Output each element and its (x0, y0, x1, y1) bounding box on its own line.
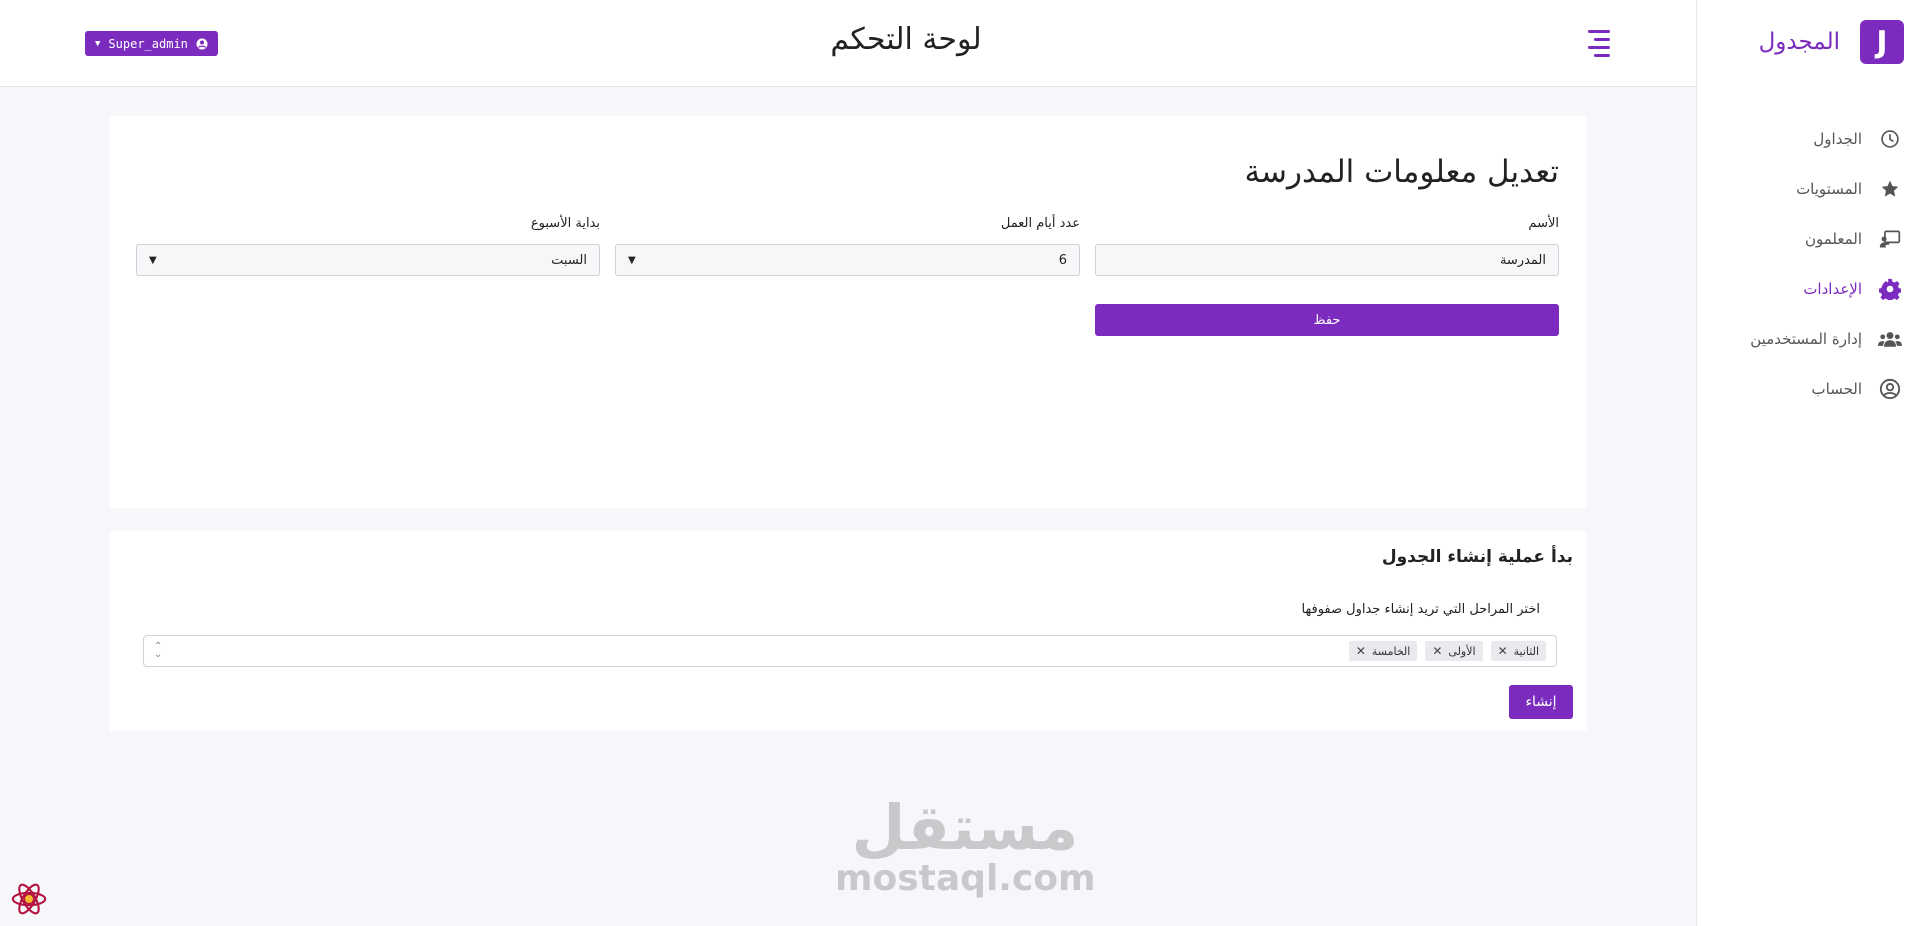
stage-tag: الأولى ✕ (1425, 641, 1483, 661)
star-icon (1878, 177, 1902, 201)
menu-bar (1594, 38, 1610, 41)
user-circle-icon (196, 38, 208, 49)
sidebar-item-label: المستويات (1796, 180, 1862, 198)
page-title: لوحة التحكم (830, 22, 982, 57)
menu-bar (1594, 54, 1610, 57)
brand[interactable]: J المجدول (1759, 20, 1904, 64)
menu-bar (1588, 30, 1610, 33)
remove-tag-icon[interactable]: ✕ (1432, 644, 1442, 658)
user-name: Super_admin (108, 36, 188, 51)
up-down-arrows-icon[interactable]: ⌃ ⌄ (154, 642, 162, 660)
week-start-label: بداية الأسبوع (530, 216, 600, 231)
user-menu-button[interactable]: ▼ Super_admin (85, 31, 218, 56)
sidebar-item-account[interactable]: الحساب (1696, 364, 1920, 414)
sidebar-item-user-management[interactable]: إدارة المستخدمين (1696, 314, 1920, 364)
workdays-select[interactable]: ▼ 6 (615, 244, 1080, 276)
section-title: بدأ عملية إنشاء الجدول (1381, 547, 1573, 567)
watermark-arabic: مستقل (851, 791, 1079, 864)
sidebar-item-label: الحساب (1811, 380, 1863, 398)
save-button[interactable]: حفظ (1095, 304, 1559, 336)
week-start-select[interactable]: ▼ السبت (136, 244, 600, 276)
clock-icon (1878, 127, 1902, 151)
tag-label: الخامسة (1371, 644, 1411, 658)
week-start-value: السبت (551, 252, 587, 268)
users-icon (1878, 327, 1902, 351)
brand-logo: J (1860, 20, 1904, 64)
sidebar-item-levels[interactable]: المستويات (1696, 164, 1920, 214)
sidebar-item-settings[interactable]: الإعدادات (1696, 264, 1920, 314)
menu-bar (1588, 46, 1610, 49)
sidebar: J المجدول الجداول المستويات المعلمون الإ… (1696, 0, 1920, 926)
sidebar-item-label: الجداول (1813, 130, 1862, 148)
sidebar-nav: الجداول المستويات المعلمون الإعدادات إدا… (1696, 114, 1920, 414)
stage-tag: الخامسة ✕ (1348, 641, 1418, 661)
schedule-creation-card: بدأ عملية إنشاء الجدول اختر المراحل التي… (110, 531, 1587, 731)
school-info-card: تعديل معلومات المدرسة الأسم المدرسة عدد … (110, 116, 1587, 508)
menu-toggle-button[interactable] (1586, 30, 1610, 57)
name-label: الأسم (1528, 216, 1559, 231)
sidebar-item-schedules[interactable]: الجداول (1696, 114, 1920, 164)
create-button[interactable]: إنشاء (1509, 685, 1573, 719)
sidebar-item-label: الإعدادات (1803, 280, 1862, 298)
workdays-value: 6 (1058, 252, 1067, 268)
chevron-down-icon: ▼ (628, 254, 636, 266)
caret-down-icon: ▼ (95, 38, 101, 49)
stage-tag: الثانية ✕ (1490, 641, 1546, 661)
chalkboard-teacher-icon (1878, 227, 1902, 251)
remove-tag-icon[interactable]: ✕ (1498, 644, 1508, 658)
school-name-field[interactable]: المدرسة (1095, 244, 1559, 276)
watermark-latin: mostaql.com (835, 858, 1096, 899)
chevron-down-icon: ▼ (149, 254, 157, 266)
sidebar-item-label: إدارة المستخدمين (1750, 330, 1862, 348)
sidebar-item-label: المعلمون (1804, 230, 1862, 248)
watermark: مستقل mostaql.com (835, 791, 1096, 899)
workdays-label: عدد أيام العمل (1000, 216, 1080, 231)
school-name-value: المدرسة (1499, 252, 1546, 268)
stages-label: اختر المراحل التي تريد إنشاء جداول صفوفه… (1301, 602, 1540, 617)
user-circle-icon (1878, 377, 1902, 401)
stages-multiselect[interactable]: الثانية ✕ الأولى ✕ الخامسة ✕ ⌃ ⌄ (143, 635, 1557, 667)
react-logo-icon[interactable] (10, 880, 48, 918)
selected-tags: الثانية ✕ الأولى ✕ الخامسة ✕ (1348, 641, 1546, 661)
sidebar-item-teachers[interactable]: المعلمون (1696, 214, 1920, 264)
tag-label: الثانية (1513, 644, 1539, 658)
gear-icon (1878, 277, 1902, 301)
tag-label: الأولى (1448, 644, 1476, 658)
card-title: تعديل معلومات المدرسة (1244, 154, 1559, 190)
top-header: لوحة التحكم ▼ Super_admin (0, 0, 1696, 87)
remove-tag-icon[interactable]: ✕ (1356, 644, 1366, 658)
brand-name: المجدول (1758, 29, 1840, 55)
